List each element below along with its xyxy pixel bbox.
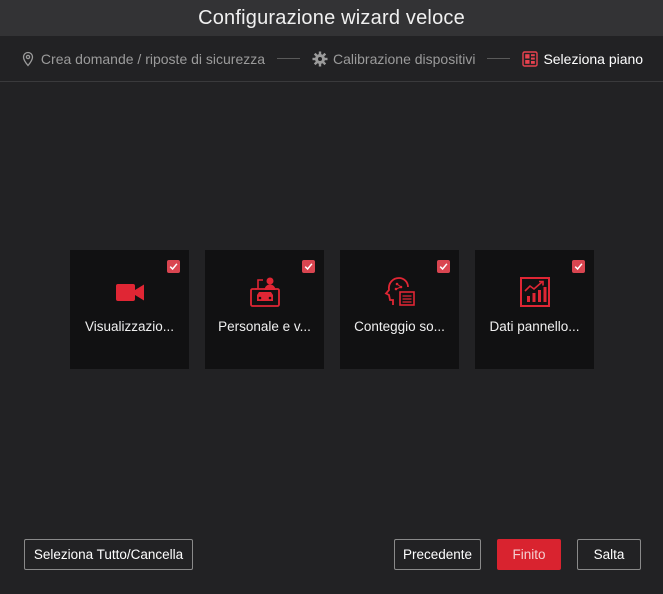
step-divider [487, 58, 511, 59]
tile-label: Personale e v... [218, 319, 311, 334]
step-security-questions[interactable]: Crea domande / riposte di sicurezza [20, 51, 265, 67]
skip-button[interactable]: Salta [577, 539, 641, 570]
step-divider [277, 58, 301, 59]
title-bar: Configurazione wizard veloce [0, 0, 663, 36]
tile-dashboard-data[interactable]: Dati pannello... [475, 250, 594, 369]
tile-personnel-vehicles[interactable]: Personale e v... [205, 250, 324, 369]
head-counting-icon [384, 276, 416, 308]
chart-panel-icon [519, 276, 551, 308]
person-vehicle-icon [249, 276, 281, 308]
step-label: Seleziona piano [543, 50, 644, 67]
checkbox-checked-icon[interactable] [167, 260, 180, 273]
step-select-plan[interactable]: Seleziona piano [522, 51, 643, 67]
layout-grid-icon [522, 50, 539, 67]
checkbox-checked-icon[interactable] [437, 260, 450, 273]
checkbox-checked-icon[interactable] [572, 260, 585, 273]
select-all-button[interactable]: Seleziona Tutto/Cancella [24, 539, 193, 570]
tile-label: Visualizzazio... [84, 319, 175, 334]
tile-head-counting[interactable]: Conteggio so... [340, 250, 459, 369]
step-device-calibration[interactable]: Calibrazione dispositivi [312, 51, 475, 67]
step-label: Crea domande / riposte di sicurezza [40, 50, 266, 67]
finish-button[interactable]: Finito [497, 539, 561, 570]
location-pin-icon [20, 51, 36, 67]
tile-label: Conteggio so... [354, 319, 445, 334]
previous-button[interactable]: Precedente [394, 539, 481, 570]
wizard-steps: Crea domande / riposte di sicurezza Cali… [0, 36, 663, 82]
checkbox-checked-icon[interactable] [302, 260, 315, 273]
video-camera-icon [114, 276, 146, 308]
gear-icon [312, 51, 328, 67]
tile-live-view[interactable]: Visualizzazio... [70, 250, 189, 369]
step-label: Calibrazione dispositivi [333, 50, 476, 67]
window-title: Configurazione wizard veloce [198, 6, 465, 29]
tile-label: Dati pannello... [489, 319, 580, 334]
plan-tiles: Visualizzazio... Personale e v... Conteg… [70, 250, 594, 369]
